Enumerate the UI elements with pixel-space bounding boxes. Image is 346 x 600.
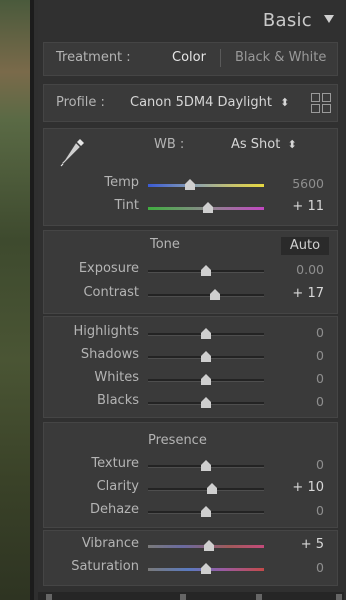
treatment-color-option[interactable]: Color bbox=[172, 50, 206, 65]
dehaze-slider-thumb[interactable] bbox=[201, 506, 211, 517]
vibrance-slider-thumb[interactable] bbox=[204, 540, 215, 551]
texture-slider-thumb[interactable] bbox=[201, 460, 211, 471]
whites-value[interactable]: 0 bbox=[274, 371, 324, 386]
color-section: Vibrance + 5 Saturation 0 bbox=[43, 530, 338, 586]
shadows-value[interactable]: 0 bbox=[274, 348, 324, 363]
shadows-label: Shadows bbox=[80, 347, 139, 362]
tone-title: Tone bbox=[150, 237, 180, 252]
eyedropper-icon[interactable] bbox=[60, 137, 86, 167]
vibrance-label: Vibrance bbox=[81, 536, 139, 551]
saturation-slider-thumb[interactable] bbox=[201, 563, 211, 574]
contrast-value[interactable]: + 17 bbox=[274, 286, 324, 301]
whites-label: Whites bbox=[94, 370, 139, 385]
tint-label: Tint bbox=[114, 198, 140, 213]
profile-dropdown[interactable]: Canon 5DM4 Daylight ⬍ bbox=[130, 95, 289, 110]
saturation-label: Saturation bbox=[71, 559, 139, 574]
tint-value[interactable]: + 11 bbox=[274, 199, 324, 214]
grid-icon[interactable] bbox=[311, 93, 331, 113]
clarity-value[interactable]: + 10 bbox=[274, 480, 324, 495]
whites-slider-thumb[interactable] bbox=[201, 374, 211, 385]
shadows-slider-thumb[interactable] bbox=[201, 351, 211, 362]
texture-value[interactable]: 0 bbox=[274, 457, 324, 472]
blacks-value[interactable]: 0 bbox=[274, 394, 324, 409]
updown-chevron-icon: ⬍ bbox=[280, 96, 290, 109]
vibrance-value[interactable]: + 5 bbox=[274, 537, 324, 552]
clarity-slider-thumb[interactable] bbox=[206, 483, 217, 494]
highlights-label: Highlights bbox=[73, 324, 139, 339]
highlights-slider-thumb[interactable] bbox=[201, 328, 211, 339]
treatment-bw-option[interactable]: Black & White bbox=[235, 50, 326, 65]
tint-slider-thumb[interactable] bbox=[203, 202, 214, 213]
treatment-section: Treatment : Color Black & White bbox=[43, 42, 338, 76]
updown-chevron-icon: ⬍ bbox=[287, 138, 297, 151]
presence-title: Presence bbox=[148, 433, 207, 448]
temp-slider-thumb[interactable] bbox=[184, 179, 195, 190]
panel-header[interactable]: Basic bbox=[38, 0, 344, 38]
basic-panel: Basic Treatment : Color Black & White Pr… bbox=[38, 0, 344, 600]
contrast-slider-thumb[interactable] bbox=[210, 289, 221, 300]
contrast-slider-track[interactable] bbox=[148, 294, 264, 297]
exposure-slider-thumb[interactable] bbox=[201, 265, 211, 276]
wb-value: As Shot bbox=[231, 137, 281, 152]
temp-label: Temp bbox=[104, 175, 139, 190]
exposure-label: Exposure bbox=[78, 261, 139, 276]
profile-value: Canon 5DM4 Daylight bbox=[130, 95, 272, 110]
texture-label: Texture bbox=[91, 456, 139, 471]
highlights-value[interactable]: 0 bbox=[274, 325, 324, 340]
wb-section: WB : As Shot ⬍ Temp 5600 Tint + 11 bbox=[43, 128, 338, 226]
treatment-label: Treatment : bbox=[56, 50, 131, 65]
blacks-label: Blacks bbox=[97, 393, 139, 408]
wb-label: WB : bbox=[154, 137, 185, 152]
treatment-divider bbox=[220, 49, 221, 67]
contrast-label: Contrast bbox=[83, 285, 139, 300]
dehaze-value[interactable]: 0 bbox=[274, 503, 324, 518]
clarity-label: Clarity bbox=[96, 479, 139, 494]
wb-dropdown[interactable]: As Shot ⬍ bbox=[231, 137, 297, 152]
panel-footer bbox=[38, 592, 344, 600]
saturation-value[interactable]: 0 bbox=[274, 560, 324, 575]
exposure-value[interactable]: 0.00 bbox=[274, 262, 324, 277]
tone-detail-section: Highlights 0 Shadows 0 Whites 0 Blacks 0 bbox=[43, 316, 338, 418]
panel-title: Basic bbox=[262, 10, 312, 31]
triangle-down-icon[interactable] bbox=[324, 15, 334, 23]
auto-tone-button[interactable]: Auto bbox=[281, 237, 329, 255]
tone-section: Tone Auto Exposure 0.00 Contrast + 17 bbox=[43, 230, 338, 314]
profile-section: Profile : Canon 5DM4 Daylight ⬍ bbox=[43, 84, 338, 122]
presence-section: Presence Texture 0 Clarity + 10 Dehaze 0 bbox=[43, 422, 338, 528]
photo-preview-edge bbox=[0, 0, 34, 600]
blacks-slider-thumb[interactable] bbox=[201, 397, 211, 408]
profile-label: Profile : bbox=[56, 95, 105, 110]
temp-value[interactable]: 5600 bbox=[274, 176, 324, 191]
temp-slider-track[interactable] bbox=[148, 184, 264, 187]
dehaze-label: Dehaze bbox=[89, 502, 139, 517]
